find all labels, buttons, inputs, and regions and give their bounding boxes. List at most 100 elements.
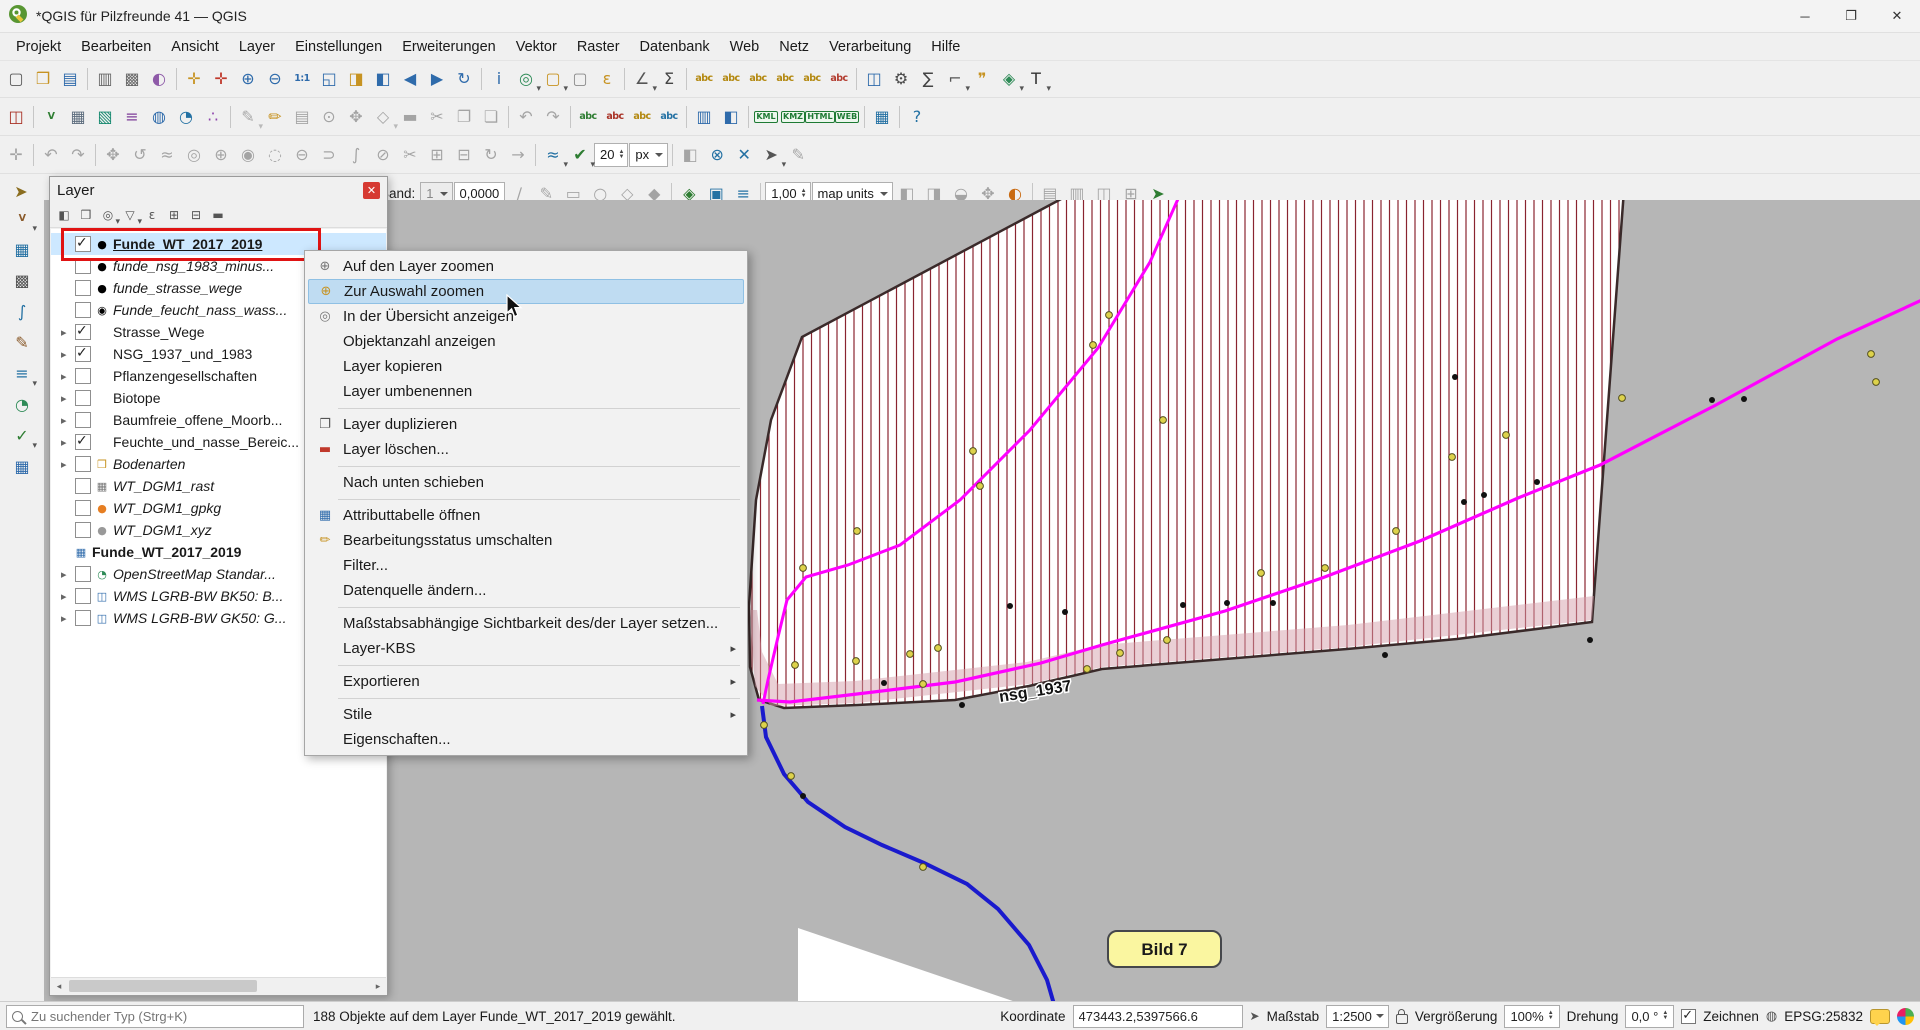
select-by-expression-icon[interactable]: ε	[594, 66, 620, 92]
export-web-icon[interactable]: WEB	[834, 104, 860, 130]
offset-curve-icon[interactable]: ⊃	[316, 142, 342, 168]
run-feature-action-icon[interactable]: ◎	[513, 66, 539, 92]
grid-tools-icon[interactable]: ▦	[869, 104, 895, 130]
merge-features-icon[interactable]: ⊞	[424, 142, 450, 168]
horizontal-scrollbar[interactable]: ◂ ▸	[51, 977, 386, 994]
text-annotation-icon[interactable]: T	[1023, 66, 1049, 92]
expand-arrow-icon[interactable]	[61, 326, 75, 339]
tracing-icon[interactable]: ✔	[567, 142, 593, 168]
menu-hilfe[interactable]: Hilfe	[921, 36, 970, 58]
expand-all-icon[interactable]: ⊞	[164, 205, 184, 225]
messages-icon[interactable]	[1870, 1009, 1890, 1024]
help-icon[interactable]: ?	[904, 104, 930, 130]
close-button[interactable]: ✕	[1874, 0, 1920, 32]
raster-histogram-icon[interactable]: ▥	[691, 104, 717, 130]
layer-checkbox[interactable]	[75, 566, 91, 582]
menu-export[interactable]: Exportieren ▸	[308, 669, 744, 694]
zoom-in-icon[interactable]: ⊕	[235, 66, 261, 92]
stroke-width-spinbox[interactable]: 20 ▲▼	[594, 143, 628, 167]
zoom-to-selection-icon[interactable]: ◨	[343, 66, 369, 92]
layer-checkbox[interactable]	[75, 390, 91, 406]
new-print-layout-icon[interactable]: ▥	[92, 66, 118, 92]
map-tips-icon[interactable]: ❞	[969, 66, 995, 92]
pin-labels-icon[interactable]: abc	[718, 66, 744, 92]
show-labels-icon[interactable]: abc	[691, 66, 717, 92]
expand-arrow-icon[interactable]	[61, 436, 75, 449]
delete-selected-icon[interactable]: ▬	[397, 104, 423, 130]
raster-stretch-icon[interactable]: ◧	[718, 104, 744, 130]
expand-arrow-icon[interactable]	[61, 392, 75, 405]
undo-icon[interactable]: ↶	[513, 104, 539, 130]
pan-to-selection-icon[interactable]: ✛	[208, 66, 234, 92]
add-vector-layer-icon[interactable]: V	[38, 104, 64, 130]
statistical-summary-icon[interactable]: Σ	[656, 66, 682, 92]
processing-toolbox-icon[interactable]: ⚙	[888, 66, 914, 92]
layout-manager-icon[interactable]: ▩	[119, 66, 145, 92]
open-project-icon[interactable]: ❒	[30, 66, 56, 92]
paint-effects-icon[interactable]: ◧	[677, 142, 703, 168]
panel-close-icon[interactable]: ✕	[363, 182, 380, 199]
menu-einstellungen[interactable]: Einstellungen	[285, 36, 392, 58]
menu-rename-layer[interactable]: Layer umbenennen ▸	[308, 379, 744, 404]
redo-icon[interactable]: ↷	[540, 104, 566, 130]
add-ring-icon[interactable]: ◎	[181, 142, 207, 168]
spin-arrows-icon[interactable]: ▲▼	[1548, 1011, 1554, 1021]
edit-inactive-icon[interactable]: ✎	[785, 142, 811, 168]
layer-stack-icon[interactable]: ≡	[9, 361, 35, 387]
label-options-blue-icon[interactable]: abc	[656, 104, 682, 130]
copy-features-icon[interactable]: ❐	[451, 104, 477, 130]
sketch-pencil-icon[interactable]: ✎	[9, 330, 35, 356]
layer-checkbox[interactable]	[75, 478, 91, 494]
layer-checkbox[interactable]	[75, 368, 91, 384]
expand-arrow-icon[interactable]	[61, 348, 75, 361]
menu-show-feature-count[interactable]: Objektanzahl anzeigen ▸	[308, 329, 744, 354]
offset-point-symbol-icon[interactable]: →	[505, 142, 531, 168]
scroll-right-icon[interactable]: ▸	[370, 978, 386, 994]
menu-zoom-to-selection[interactable]: ⊕ Zur Auswahl zoomen ▸	[308, 279, 744, 304]
enable-advanced-digitizing-icon[interactable]: ✛	[3, 142, 29, 168]
vector-check-icon[interactable]: ✓	[9, 423, 35, 449]
snapping-icon[interactable]: ⊗	[704, 142, 730, 168]
search-input[interactable]	[29, 1008, 298, 1025]
qgis-logo-small-icon[interactable]	[1897, 1008, 1914, 1025]
refresh-map-icon[interactable]: ↻	[451, 66, 477, 92]
menu-netz[interactable]: Netz	[769, 36, 819, 58]
zoom-out-icon[interactable]: ⊖	[262, 66, 288, 92]
minimize-button[interactable]: ─	[1782, 0, 1828, 32]
expand-arrow-icon[interactable]	[61, 458, 75, 471]
menu-filter[interactable]: Filter... ▸	[308, 553, 744, 578]
rotate-label-icon[interactable]: abc	[799, 66, 825, 92]
db-manager-icon[interactable]: ◫	[861, 66, 887, 92]
layer-checkbox[interactable]	[75, 434, 91, 450]
menu-change-datasource[interactable]: Datenquelle ändern... ▸	[308, 578, 744, 603]
new-shapefile-icon[interactable]: V	[9, 206, 35, 232]
spin-arrows-icon[interactable]: ▲▼	[1662, 1011, 1668, 1021]
add-part-icon[interactable]: ⊕	[208, 142, 234, 168]
split-parts-icon[interactable]: ⊘	[370, 142, 396, 168]
layer-checkbox[interactable]	[75, 346, 91, 362]
save-project-icon[interactable]: ▤	[57, 66, 83, 92]
locator-search[interactable]	[6, 1005, 304, 1028]
menu-zoom-to-layer[interactable]: ⊕ Auf den Layer zoomen ▸	[308, 254, 744, 279]
undo-edit-icon[interactable]: ↶	[38, 142, 64, 168]
merge-attributes-icon[interactable]: ⊟	[451, 142, 477, 168]
move-label-icon[interactable]: abc	[772, 66, 798, 92]
zoom-last-icon[interactable]: ◀	[397, 66, 423, 92]
open-layer-styling-icon[interactable]: ◧	[54, 205, 74, 225]
zoom-next-icon[interactable]: ▶	[424, 66, 450, 92]
label-options-yellow-icon[interactable]: abc	[629, 104, 655, 130]
layer-checkbox[interactable]	[75, 522, 91, 538]
export-kmz-icon[interactable]: KMZ	[780, 104, 806, 130]
magnifier-spinbox[interactable]: 100% ▲▼	[1504, 1005, 1559, 1028]
zoom-to-layer-icon[interactable]: ◧	[370, 66, 396, 92]
rotate-feature-icon[interactable]: ↺	[127, 142, 153, 168]
layer-panel-titlebar[interactable]: Layer ✕	[50, 177, 387, 203]
layer-checkbox[interactable]	[75, 588, 91, 604]
toggle-editing-icon[interactable]: ✏	[262, 104, 288, 130]
menu-styles[interactable]: Stile ▸	[308, 702, 744, 727]
layer-checkbox[interactable]	[75, 324, 91, 340]
paste-features-icon[interactable]: ❏	[478, 104, 504, 130]
add-delimited-text-icon[interactable]: ≡	[119, 104, 145, 130]
menu-show-in-overview[interactable]: ◎ In der Übersicht anzeigen ▸	[308, 304, 744, 329]
add-database-layer-icon[interactable]: ◍	[146, 104, 172, 130]
